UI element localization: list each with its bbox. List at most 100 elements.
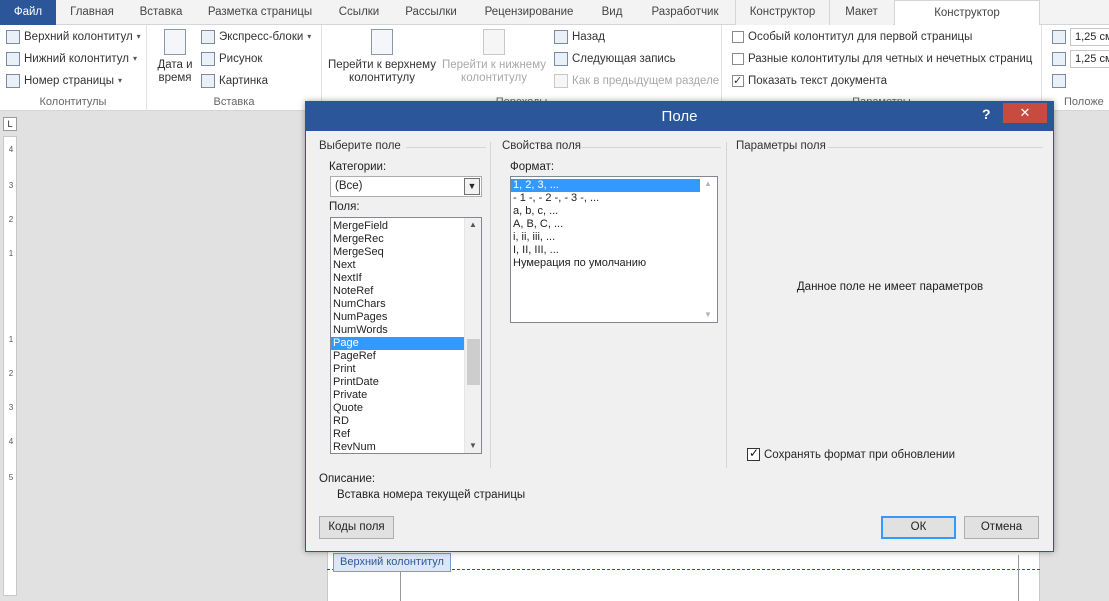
- group-label-headers: Колонтитулы: [39, 96, 107, 108]
- date-time-button[interactable]: Дата и время: [153, 29, 197, 85]
- list-item[interactable]: MergeRec: [331, 233, 481, 246]
- format-list[interactable]: 1, 2, 3, ... - 1 -, - 2 -, - 3 -, ... a, b…: [510, 176, 718, 323]
- choose-field-heading: Выберите поле: [319, 140, 401, 152]
- goto-header-button[interactable]: Перейти к верхнему колонтитулу: [326, 29, 438, 85]
- calendar-icon: [164, 29, 186, 55]
- list-item[interactable]: MergeField: [331, 220, 481, 233]
- header-position-input[interactable]: 1,25 см: [1070, 28, 1109, 46]
- list-item[interactable]: a, b, c, ...: [511, 205, 717, 218]
- list-item[interactable]: NumPages: [331, 311, 481, 324]
- different-odd-even-checkbox[interactable]: Разные колонтитулы для четных и нечетных…: [732, 49, 1032, 69]
- help-icon[interactable]: ?: [982, 106, 991, 122]
- tab-table-constructor[interactable]: Конструктор: [735, 0, 829, 25]
- ruler-number: 2: [8, 215, 14, 224]
- ruler-number: 3: [8, 403, 14, 412]
- categories-label: Категории:: [329, 161, 387, 173]
- list-item[interactable]: Нумерация по умолчанию: [511, 257, 717, 270]
- list-item[interactable]: PrintDate: [331, 376, 481, 389]
- list-item[interactable]: 1, 2, 3, ...: [511, 179, 717, 192]
- list-item[interactable]: Private: [331, 389, 481, 402]
- tab-insert[interactable]: Вставка: [128, 0, 194, 25]
- dialog-title-bar[interactable]: Поле ? ✕: [306, 102, 1053, 131]
- list-item[interactable]: MergeSeq: [331, 246, 481, 259]
- field-codes-button[interactable]: Коды поля: [319, 516, 394, 539]
- ruler-number: 3: [8, 181, 14, 190]
- ribbon: Верхний колонтитул ▾ Нижний колонтитул ▾…: [0, 25, 1109, 111]
- group-position: 1,25 см 1,25 см Положе: [1042, 25, 1109, 111]
- ruler-strip[interactable]: 4 3 2 1 1 2 3 4 5: [3, 136, 17, 596]
- tab-header-footer-constructor[interactable]: Конструктор: [894, 0, 1040, 26]
- header-position-icon: [1052, 30, 1066, 44]
- list-item[interactable]: RD: [331, 415, 481, 428]
- page-number-icon: [6, 74, 20, 88]
- list-item[interactable]: Quote: [331, 402, 481, 415]
- page-number-button[interactable]: Номер страницы ▾: [6, 71, 122, 91]
- clip-art-button[interactable]: Картинка: [201, 71, 268, 91]
- scroll-up-icon[interactable]: ▲: [465, 218, 481, 232]
- scroll-thumb[interactable]: [467, 339, 480, 385]
- ok-button[interactable]: ОК: [881, 516, 956, 539]
- preserve-formatting-checkbox[interactable]: Сохранять формат при обновлении: [747, 446, 955, 461]
- fields-items: MergeField MergeRec MergeSeq Next NextIf Note…: [331, 218, 481, 453]
- quick-parts-button[interactable]: Экспресс-блоки ▾: [201, 27, 311, 47]
- checkbox-icon: [732, 31, 744, 43]
- divider: [828, 147, 1043, 148]
- close-button[interactable]: ✕: [1003, 103, 1047, 123]
- tab-mailings[interactable]: Рассылки: [392, 0, 470, 25]
- dialog-title: Поле: [661, 108, 698, 125]
- field-parameters-heading: Параметры поля: [736, 140, 826, 152]
- tab-home[interactable]: Главная: [56, 0, 128, 25]
- footer-position-input[interactable]: 1,25 см: [1070, 50, 1109, 68]
- categories-select[interactable]: (Все) ▼: [330, 176, 482, 197]
- different-first-page-checkbox[interactable]: Особый колонтитул для первой страницы: [732, 27, 972, 47]
- list-item[interactable]: PageRef: [331, 350, 481, 363]
- field-dialog: Поле ? ✕ Выберите поле Категории: (Все) …: [305, 101, 1054, 552]
- chevron-down-icon: ▾: [136, 32, 141, 41]
- tab-developer[interactable]: Разработчик: [636, 0, 734, 25]
- ruler-number: 1: [8, 249, 14, 258]
- list-item[interactable]: Ref: [331, 428, 481, 441]
- previous-button[interactable]: Назад: [554, 27, 605, 47]
- group-label-position: Положе: [1064, 96, 1104, 108]
- tab-references[interactable]: Ссылки: [326, 0, 392, 25]
- list-item[interactable]: RevNum: [331, 441, 481, 453]
- insert-tab-icon[interactable]: [1052, 74, 1066, 88]
- format-scrollbar[interactable]: ▲ ▼: [700, 177, 717, 322]
- scroll-down-icon[interactable]: ▼: [700, 308, 716, 322]
- tab-page-layout[interactable]: Разметка страницы: [194, 0, 326, 25]
- list-item[interactable]: I, II, III, ...: [511, 244, 717, 257]
- tab-view[interactable]: Вид: [588, 0, 636, 25]
- fields-scrollbar[interactable]: ▲ ▼: [464, 218, 481, 453]
- list-item[interactable]: NextIf: [331, 272, 481, 285]
- list-item[interactable]: Page: [331, 337, 481, 350]
- list-item[interactable]: Next: [331, 259, 481, 272]
- chevron-down-icon[interactable]: ▼: [464, 178, 480, 195]
- next-button[interactable]: Следующая запись: [554, 49, 676, 69]
- field-properties-heading: Свойства поля: [502, 140, 582, 152]
- list-item[interactable]: - 1 -, - 2 -, - 3 -, ...: [511, 192, 717, 205]
- picture-button[interactable]: Рисунок: [201, 49, 262, 69]
- show-document-text-checkbox[interactable]: Показать текст документа: [732, 71, 887, 91]
- goto-footer-button[interactable]: Перейти к нижнему колонтитулу: [438, 29, 550, 85]
- cancel-button[interactable]: Отмена: [964, 516, 1039, 539]
- list-item[interactable]: Print: [331, 363, 481, 376]
- list-item[interactable]: NumWords: [331, 324, 481, 337]
- list-item[interactable]: NoteRef: [331, 285, 481, 298]
- list-item[interactable]: A, B, C, ...: [511, 218, 717, 231]
- header-button[interactable]: Верхний колонтитул ▾: [6, 27, 141, 47]
- link-to-previous-button[interactable]: Как в предыдущем разделе: [554, 71, 719, 91]
- quick-parts-icon: [201, 30, 215, 44]
- list-item[interactable]: i, ii, iii, ...: [511, 231, 717, 244]
- tab-table-layout[interactable]: Макет: [829, 0, 893, 25]
- tab-file[interactable]: Файл: [0, 0, 56, 25]
- fields-list[interactable]: MergeField MergeRec MergeSeq Next NextIf Note…: [330, 217, 482, 454]
- description-label: Описание:: [319, 473, 376, 485]
- group-label-insert: Вставка: [213, 96, 255, 108]
- scroll-down-icon[interactable]: ▼: [465, 439, 481, 453]
- scroll-up-icon[interactable]: ▲: [700, 177, 716, 191]
- tab-review[interactable]: Рецензирование: [470, 0, 588, 25]
- list-item[interactable]: NumChars: [331, 298, 481, 311]
- footer-button[interactable]: Нижний колонтитул ▾: [6, 49, 137, 69]
- tab-selector[interactable]: L: [3, 117, 17, 131]
- fields-label: Поля:: [329, 201, 360, 213]
